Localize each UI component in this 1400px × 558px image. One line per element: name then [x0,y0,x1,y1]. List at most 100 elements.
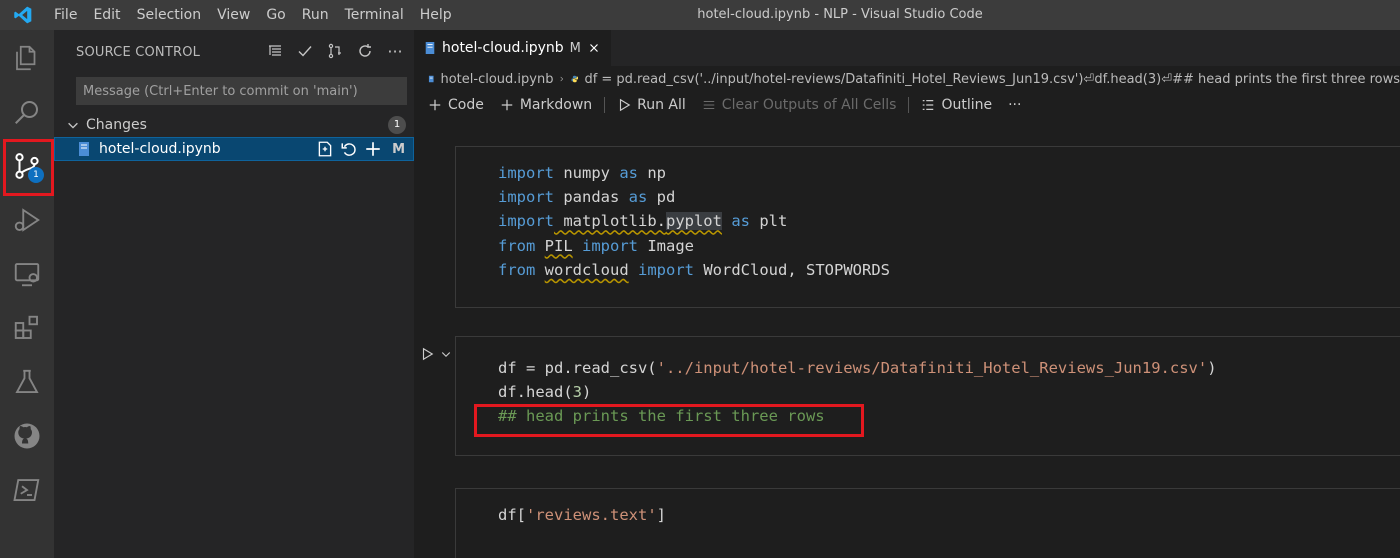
token: numpy [554,164,620,182]
clear-outputs-label: Clear Outputs of All Cells [721,97,897,113]
token: import [498,188,554,207]
stage-changes-icon[interactable] [364,140,382,158]
outline-button[interactable]: Outline [913,97,1000,113]
tab-label: hotel-cloud.ipynb [442,40,564,56]
code-cell-imports[interactable]: import numpy as np import pandas as pd i… [455,146,1400,308]
notebook-file-icon [428,75,434,83]
changed-file-name: hotel-cloud.ipynb [99,141,221,157]
close-icon[interactable] [587,41,601,55]
token: 3 [572,383,582,402]
plus-icon [429,99,441,111]
notebook-file-icon [425,42,435,54]
token: df.head( [498,383,573,402]
notebook-file-icon [79,142,89,156]
clear-all-icon [703,100,715,110]
menu-bar: File Edit Selection View Go Run Terminal… [46,0,460,30]
panel-actions: ··· [264,40,406,62]
toolbar-separator [908,97,910,113]
file-actions: M [316,140,405,158]
toolbar-separator [604,97,606,113]
notebook-toolbar: Code Markdown Run All Clear Outputs of A… [414,92,1400,118]
chevron-right-icon [560,76,564,82]
token: Image [638,236,695,255]
add-code-cell-button[interactable]: Code [420,97,492,113]
token: import [638,260,695,279]
token: PIL [544,236,573,255]
search-icon[interactable] [0,86,54,138]
run-all-button[interactable]: Run All [609,97,694,113]
breadcrumb-file[interactable]: hotel-cloud.ipynb [440,72,553,87]
toolbar-more-button[interactable]: ··· [1000,97,1029,113]
token: import [582,236,639,255]
discard-changes-icon[interactable] [340,140,358,158]
menu-run[interactable]: Run [294,0,337,30]
clear-outputs-button[interactable]: Clear Outputs of All Cells [694,97,905,113]
code-cell-read-csv[interactable]: df = pd.read_csv('../input/hotel-reviews… [455,336,1400,456]
powershell-icon[interactable] [0,464,54,516]
github-icon[interactable] [0,410,54,462]
remote-explorer-icon[interactable] [0,248,54,300]
chevron-down-icon [68,122,78,129]
run-cell-icon[interactable] [420,346,434,362]
menu-file[interactable]: File [46,0,85,30]
changes-label: Changes [86,117,147,133]
view-as-tree-icon[interactable] [264,40,286,62]
notebook-editor: hotel-cloud.ipynb M hotel-cloud.ipynb df… [414,30,1400,558]
editor-tabs: hotel-cloud.ipynb M [414,30,1400,66]
testing-icon[interactable] [0,356,54,408]
outline-label: Outline [941,97,993,113]
tab-hotel-cloud[interactable]: hotel-cloud.ipynb M [414,30,611,66]
extensions-icon[interactable] [0,302,54,354]
plus-icon [501,99,513,111]
token: ] [656,506,666,524]
token: 'reviews.text' [526,506,657,524]
refresh-icon[interactable] [354,40,376,62]
source-control-panel: SOURCE CONTROL ··· Changes 1 hotel-cloud… [54,30,414,558]
token: ) [582,383,592,402]
token: '../input/hotel-reviews/Datafiniti_Hotel… [656,359,1208,377]
token: as [628,188,648,207]
breadcrumb: hotel-cloud.ipynb df = pd.read_csv('../i… [414,66,1400,92]
open-file-icon[interactable] [316,140,334,158]
menu-view[interactable]: View [209,0,258,30]
run-all-label: Run All [637,97,686,113]
token: as [619,164,638,182]
menu-edit[interactable]: Edit [85,0,128,30]
token: pandas [554,188,629,207]
play-icon [620,98,631,112]
cell-code[interactable]: import numpy as np import pandas as pd i… [498,161,890,282]
breadcrumb-symbol[interactable]: df = pd.read_csv('../input/hotel-reviews… [584,72,1400,87]
cell-code[interactable]: df['reviews.text'] [498,503,666,527]
list-icon [923,100,934,110]
token: plt [750,212,788,231]
menu-go[interactable]: Go [258,0,293,30]
commit-check-icon[interactable] [294,40,316,62]
token: pd [647,188,676,207]
activity-bar: 1 [0,30,54,558]
commit-message-input[interactable] [76,77,407,105]
comment-highlight-box [474,404,864,437]
token: import [498,212,554,231]
token: matplotlib. [554,212,666,231]
token: from [498,260,536,279]
menu-help[interactable]: Help [412,0,460,30]
token: from [498,236,536,255]
menu-selection[interactable]: Selection [129,0,210,30]
run-debug-icon[interactable] [0,194,54,246]
changed-file-item[interactable]: hotel-cloud.ipynb M [54,137,414,161]
add-markdown-cell-button[interactable]: Markdown [492,97,600,113]
chevron-down-icon[interactable] [440,348,452,360]
token: wordcloud [544,260,629,279]
changes-group[interactable]: Changes 1 [54,114,414,136]
add-markdown-label: Markdown [519,97,593,113]
create-pull-request-icon[interactable] [324,40,346,62]
token: df = pd.read_csv( [498,359,657,377]
file-status-modified: M [392,141,405,157]
token: pyplot [665,212,722,231]
more-actions-icon[interactable]: ··· [384,40,406,62]
code-cell-reviews-text[interactable]: df['reviews.text'] [455,488,1400,558]
explorer-icon[interactable] [0,32,54,84]
menu-terminal[interactable]: Terminal [337,0,412,30]
add-code-label: Code [448,97,484,113]
changes-count-badge: 1 [388,116,406,134]
